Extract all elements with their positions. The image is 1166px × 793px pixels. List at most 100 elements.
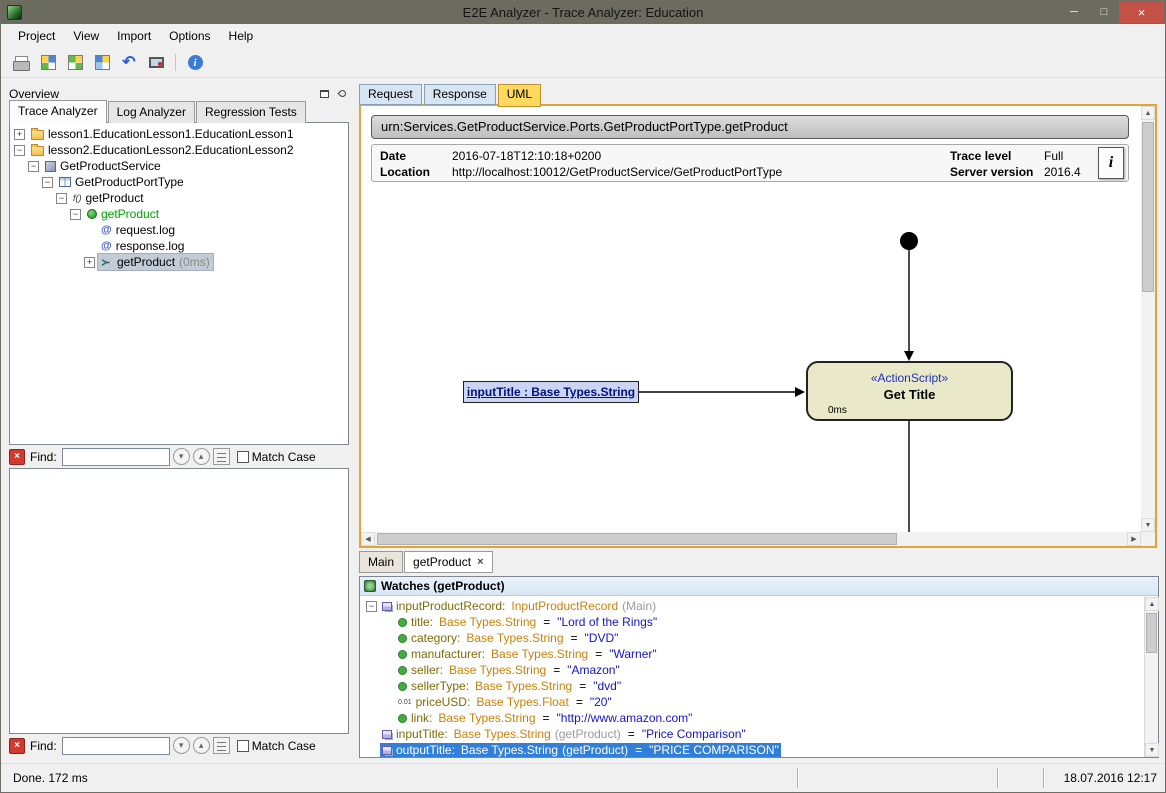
watch-name: link: [411,711,432,725]
status-bar: Done. 172 ms 18.07.2016 12:17 [1,763,1165,792]
log-icon: @ [101,225,112,236]
watch-item[interactable]: 0.01priceUSD:Base Types.Float="20" [360,694,1144,710]
watch-type: Base Types.String [466,631,563,645]
find-input[interactable] [62,448,170,466]
tab-main[interactable]: Main [359,551,403,573]
watch-type: Base Types.String [439,615,536,629]
find-previous-icon[interactable]: ▴ [193,737,210,754]
tab-response[interactable]: Response [424,84,496,105]
tree-item[interactable]: +YgetProduct(0ms) [10,254,348,270]
expand-icon[interactable]: + [84,257,95,268]
tree-item[interactable]: @response.log [10,238,348,254]
hscroll-thumb[interactable] [377,533,897,545]
pin-icon[interactable] [335,88,349,100]
tree-item[interactable]: @ request.log [10,222,348,238]
watch-item[interactable]: seller:Base Types.String="Amazon" [360,662,1144,678]
menu-import[interactable]: Import [108,26,160,46]
tab-trace-analyzer[interactable]: Trace Analyzer [9,100,107,123]
folder-icon [31,130,44,140]
match-case-checkbox[interactable] [237,451,249,463]
print-icon[interactable] [11,53,31,73]
close-button[interactable]: × [1119,1,1164,23]
log-analyzer-icon[interactable] [65,53,85,73]
find-clear-icon[interactable]: × [9,738,25,754]
watches-scroll-thumb[interactable] [1146,613,1157,653]
find-list-icon[interactable] [213,737,230,754]
watch-item[interactable]: link:Base Types.String="http://www.amazo… [360,710,1144,726]
tab-getproduct[interactable]: getProduct × [404,551,492,573]
find-clear-icon[interactable]: × [9,449,25,465]
tree-item-label: request.log [116,223,175,237]
collapse-icon[interactable]: − [28,161,39,172]
menu-help[interactable]: Help [220,26,263,46]
toolbar: ↶ i [1,48,1165,78]
info-icon[interactable]: i [185,53,205,73]
scroll-left-icon[interactable]: ◀ [361,532,375,546]
float-window-icon[interactable] [317,88,331,100]
collapse-icon[interactable]: − [366,601,377,612]
scroll-down-icon[interactable]: ▼ [1145,743,1159,757]
tree-item-label: response.log [116,239,185,253]
collapse-icon[interactable]: − [70,209,81,220]
tab-request[interactable]: Request [359,84,422,105]
expand-icon[interactable]: + [14,129,25,140]
tab-log-analyzer[interactable]: Log Analyzer [108,101,195,123]
action-node-get-title[interactable]: «ActionScript» Get Title 0ms [806,361,1013,421]
tree-item-duration: (0ms) [179,255,210,269]
watch-value: "http://www.amazon.com" [557,711,693,725]
collapse-icon[interactable]: − [56,193,67,204]
watch-item[interactable]: title:Base Types.String="Lord of the Rin… [360,614,1144,630]
find-previous-icon[interactable]: ▴ [193,448,210,465]
trace-tree: +lesson1.EducationLesson1.EducationLesso… [9,122,349,445]
watch-item[interactable]: −inputProductRecord:InputProductRecord(M… [360,598,1144,614]
menu-view[interactable]: View [64,26,108,46]
tab-regression-tests[interactable]: Regression Tests [196,101,306,123]
toolbar-separator [175,54,176,71]
vertical-scrollbar[interactable]: ▲ ▼ [1141,106,1155,532]
tab-uml[interactable]: UML [498,84,541,107]
watch-item[interactable]: outputTitle:Base Types.String(getProduct… [360,742,1144,757]
match-case-checkbox[interactable] [237,740,249,752]
minimize-icon: ─ [1070,6,1078,18]
horizontal-scrollbar[interactable]: ◀ ▶ [361,532,1141,546]
watch-item[interactable]: category:Base Types.String="DVD" [360,630,1144,646]
object-node-input-title[interactable]: inputTitle : Base Types.String [463,381,639,403]
find-next-icon[interactable]: ▾ [173,737,190,754]
menu-project[interactable]: Project [9,26,64,46]
tree-item[interactable]: +lesson1.EducationLesson1.EducationLesso… [10,126,348,142]
string-icon [398,666,407,675]
tree-item[interactable]: −f()getProduct [10,190,348,206]
watch-item[interactable]: inputTitle:Base Types.String(getProduct)… [360,726,1144,742]
watch-item[interactable]: manufacturer:Base Types.String="Warner" [360,646,1144,662]
trace-analyzer-icon[interactable] [38,53,58,73]
menu-options[interactable]: Options [160,26,219,46]
scroll-right-icon[interactable]: ▶ [1127,532,1141,546]
screenshot-icon[interactable] [146,53,166,73]
stereotype-label: «ActionScript» [808,371,1011,385]
undo-icon[interactable]: ↶ [119,53,139,73]
scroll-down-icon[interactable]: ▼ [1141,518,1155,532]
collapse-icon[interactable]: − [42,177,53,188]
watch-value: "Amazon" [567,663,620,677]
maximize-button[interactable]: □ [1089,1,1119,23]
watches-scrollbar[interactable]: ▲ ▼ [1144,597,1158,757]
tree-item[interactable]: −lesson2.EducationLesson2.EducationLesso… [10,142,348,158]
watch-item[interactable]: sellerType:Base Types.String="dvd" [360,678,1144,694]
trace-icon: Y [102,256,113,268]
tree-item[interactable]: −GetProductPortType [10,174,348,190]
close-tab-icon[interactable]: × [477,556,483,568]
action-name-label: Get Title [808,387,1011,402]
tree-item[interactable]: −GetProductService [10,158,348,174]
initial-node[interactable] [900,232,918,250]
tree-item[interactable]: −getProduct [10,206,348,222]
collapse-icon[interactable]: − [14,145,25,156]
watch-type: Base Types.Float [476,695,569,709]
scroll-up-icon[interactable]: ▲ [1145,597,1159,611]
scroll-up-icon[interactable]: ▲ [1141,106,1155,120]
find-input[interactable] [62,737,170,755]
find-next-icon[interactable]: ▾ [173,448,190,465]
minimize-button[interactable]: ─ [1059,1,1089,23]
vscroll-thumb[interactable] [1142,122,1154,292]
find-list-icon[interactable] [213,448,230,465]
regression-tests-icon[interactable] [92,53,112,73]
